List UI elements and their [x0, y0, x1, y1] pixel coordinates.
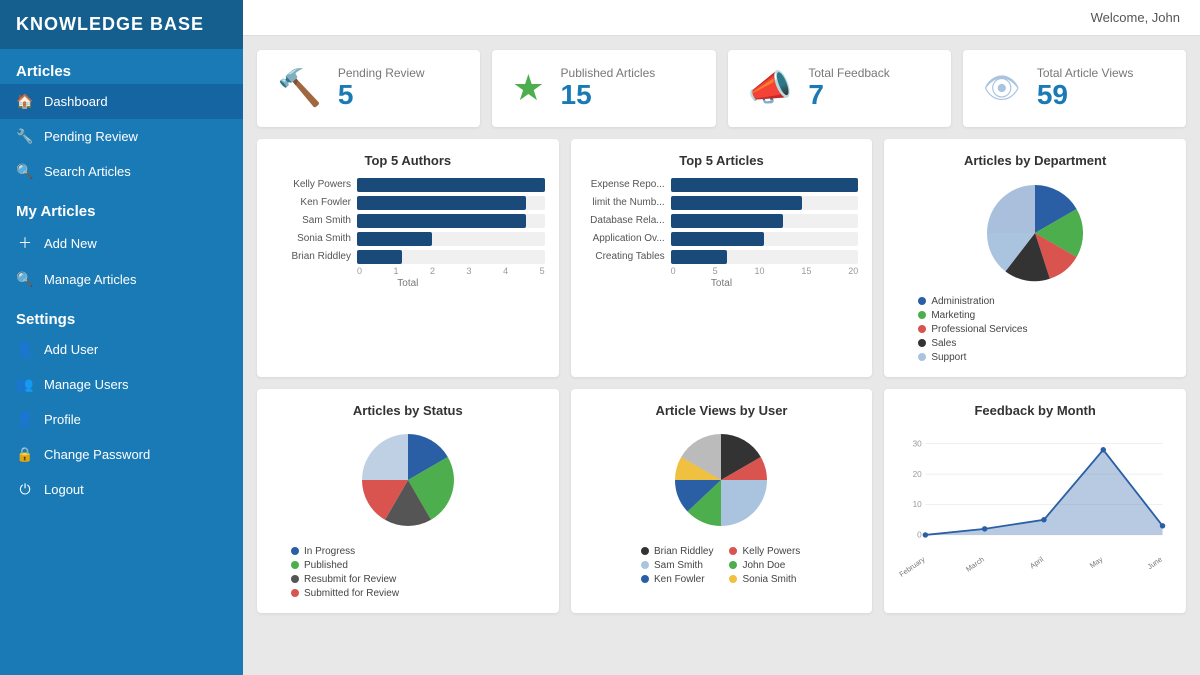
- published-value: 15: [561, 80, 656, 111]
- status-title: Articles by Status: [271, 403, 545, 418]
- sidebar-item-profile[interactable]: 👤 Profile: [0, 402, 243, 437]
- views-by-user-chart: Article Views by User: [571, 389, 873, 613]
- published-label: Published Articles: [561, 66, 656, 80]
- bar-row: Application Ov...: [585, 232, 859, 246]
- views-user-title: Article Views by User: [585, 403, 859, 418]
- svg-text:30: 30: [913, 439, 923, 448]
- feedback-value: 7: [808, 80, 889, 111]
- logout-icon: ⏻: [16, 481, 34, 498]
- settings-section-label: Settings: [0, 297, 243, 332]
- feedback-title: Feedback by Month: [898, 403, 1172, 418]
- bar-row: Sam Smith: [271, 214, 545, 228]
- bar-row: Database Rela...: [585, 214, 859, 228]
- bar-row: Ken Fowler: [271, 196, 545, 210]
- bar-row: Creating Tables: [585, 250, 859, 264]
- articles-bar-chart: Expense Repo... limit the Numb... Databa…: [585, 178, 859, 264]
- stat-card-pending: 🔨 Pending Review 5: [257, 50, 480, 127]
- dept-chart: Articles by Department: [884, 139, 1186, 377]
- svg-text:March: March: [964, 555, 986, 574]
- pending-review-icon: 🔧: [16, 128, 34, 145]
- lock-icon: 🔒: [16, 446, 34, 463]
- manage-users-icon: 👥: [16, 376, 34, 393]
- stat-cards-row: 🔨 Pending Review 5 ★ Published Articles …: [257, 50, 1186, 127]
- bar-row: Brian Riddley: [271, 250, 545, 264]
- search-icon: 🔍: [16, 163, 34, 180]
- profile-icon: 👤: [16, 411, 34, 428]
- svg-text:February: February: [898, 554, 927, 577]
- top-authors-title: Top 5 Authors: [271, 153, 545, 168]
- stat-card-published: ★ Published Articles 15: [492, 50, 715, 127]
- top-articles-title: Top 5 Articles: [585, 153, 859, 168]
- svg-text:20: 20: [913, 470, 923, 479]
- star-icon: ★: [512, 67, 544, 109]
- views-value: 59: [1037, 80, 1134, 111]
- top-authors-chart: Top 5 Authors Kelly Powers Ken Fowler Sa…: [257, 139, 559, 377]
- views-pie-svg: [656, 428, 786, 538]
- stat-card-views: 👁 Total Article Views 59: [963, 50, 1186, 127]
- dept-pie-svg: [970, 178, 1100, 288]
- views-legend: Brian Riddley Kelly Powers Sam Smith Joh…: [641, 546, 802, 585]
- sidebar-item-add-new[interactable]: ＋ Add New: [0, 224, 243, 262]
- add-user-icon: 👤: [16, 341, 34, 358]
- sidebar-item-change-password[interactable]: 🔒 Change Password: [0, 437, 243, 472]
- status-chart: Articles by Status: [257, 389, 559, 613]
- pending-label: Pending Review: [338, 66, 425, 80]
- stat-card-feedback: 📣 Total Feedback 7: [728, 50, 951, 127]
- my-articles-section-label: My Articles: [0, 189, 243, 224]
- hammer-icon: 🔨: [277, 67, 322, 109]
- bar-row: limit the Numb...: [585, 196, 859, 210]
- dept-legend: Administration Marketing Professional Se…: [898, 296, 1027, 363]
- bar-row: Expense Repo...: [585, 178, 859, 192]
- top-articles-chart: Top 5 Articles Expense Repo... limit the…: [571, 139, 873, 377]
- feedback-line-svg: 0 10 20 30 February March April May June: [898, 428, 1172, 578]
- sidebar-item-add-user[interactable]: 👤 Add User: [0, 332, 243, 367]
- sidebar-item-manage-articles[interactable]: 🔍 Manage Articles: [0, 262, 243, 297]
- status-pie-svg: [343, 428, 473, 538]
- pending-value: 5: [338, 80, 425, 111]
- main-content: Welcome, John 🔨 Pending Review 5 ★ Publi…: [243, 0, 1200, 675]
- charts-row-1: Top 5 Authors Kelly Powers Ken Fowler Sa…: [257, 139, 1186, 377]
- bar-row: Sonia Smith: [271, 232, 545, 246]
- sidebar-item-dashboard[interactable]: 🏠 Dashboard: [0, 84, 243, 119]
- dashboard-icon: 🏠: [16, 93, 34, 110]
- bar-row: Kelly Powers: [271, 178, 545, 192]
- dept-title: Articles by Department: [898, 153, 1172, 168]
- views-label: Total Article Views: [1037, 66, 1134, 80]
- svg-text:0: 0: [917, 530, 922, 539]
- sidebar-item-manage-users[interactable]: 👥 Manage Users: [0, 367, 243, 402]
- svg-text:10: 10: [913, 500, 923, 509]
- manage-articles-icon: 🔍: [16, 271, 34, 288]
- sidebar: KNOWLEDGE BASE Articles 🏠 Dashboard 🔧 Pe…: [0, 0, 243, 675]
- feedback-label: Total Feedback: [808, 66, 889, 80]
- svg-text:April: April: [1028, 554, 1045, 570]
- welcome-message: Welcome, John: [1091, 10, 1180, 25]
- feedback-chart: Feedback by Month 0 10 20 30 February March Ap…: [884, 389, 1186, 613]
- megaphone-icon: 📣: [748, 67, 793, 109]
- status-legend: In Progress Published Resubmit for Revie…: [271, 546, 399, 599]
- app-title: KNOWLEDGE BASE: [0, 0, 243, 49]
- articles-section-label: Articles: [0, 49, 243, 84]
- sidebar-item-logout[interactable]: ⏻ Logout: [0, 472, 243, 507]
- charts-row-2: Articles by Status: [257, 389, 1186, 613]
- sidebar-item-pending-review[interactable]: 🔧 Pending Review: [0, 119, 243, 154]
- eye-icon: 👁: [983, 71, 1021, 106]
- topbar: Welcome, John: [243, 0, 1200, 36]
- authors-bar-chart: Kelly Powers Ken Fowler Sam Smith Sonia …: [271, 178, 545, 264]
- dashboard-content: 🔨 Pending Review 5 ★ Published Articles …: [243, 36, 1200, 675]
- svg-text:June: June: [1146, 555, 1164, 571]
- add-icon: ＋: [16, 233, 34, 253]
- svg-text:May: May: [1088, 554, 1105, 569]
- sidebar-item-search-articles[interactable]: 🔍 Search Articles: [0, 154, 243, 189]
